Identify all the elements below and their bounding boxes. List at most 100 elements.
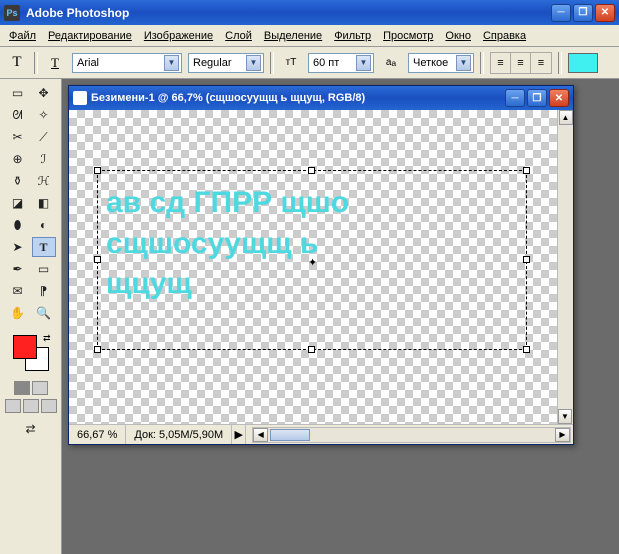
color-picker[interactable]: ⇄ <box>11 333 51 373</box>
font-size-select[interactable]: 60 пт ▼ <box>308 53 374 73</box>
chevron-down-icon: ▼ <box>164 55 179 71</box>
chevron-down-icon: ▼ <box>246 55 261 71</box>
docinfo-field[interactable]: Док: 5,05M/5,90M <box>126 425 232 444</box>
path-select-tool[interactable]: ➤ <box>6 237 30 257</box>
doc-maximize-button[interactable]: ❐ <box>527 89 547 107</box>
move-tool[interactable]: ✥ <box>32 83 56 103</box>
zoom-field[interactable]: 66,67 % <box>69 425 126 444</box>
foreground-color-swatch[interactable] <box>13 335 37 359</box>
menu-select[interactable]: Выделение <box>259 28 327 44</box>
brush-tool[interactable]: ℐ <box>32 149 56 169</box>
notes-tool[interactable]: ✉ <box>6 281 30 301</box>
hand-tool[interactable]: ✋ <box>6 303 30 323</box>
doc-close-button[interactable]: ✕ <box>549 89 569 107</box>
zoom-tool[interactable]: 🔍 <box>32 303 56 323</box>
doc-minimize-button[interactable]: ─ <box>505 89 525 107</box>
eyedropper-tool[interactable]: ⁋ <box>32 281 56 301</box>
wand-tool[interactable]: ✧ <box>32 105 56 125</box>
zoom-value: 66,67 % <box>77 429 117 441</box>
separator <box>270 52 274 74</box>
document-icon <box>73 91 87 105</box>
menu-help[interactable]: Справка <box>478 28 531 44</box>
app-titlebar: Ps Adobe Photoshop ─ ❐ ✕ <box>0 0 619 25</box>
font-size-icon: тT <box>280 52 302 74</box>
canvas[interactable]: ав сд ГПРР щшо сщшосуущщ ь щцущ ✦ <box>69 110 557 424</box>
antialias-select[interactable]: Четкое ▼ <box>408 53 474 73</box>
font-size-value: 60 пт <box>313 57 339 69</box>
document-title: Безимени-1 @ 66,7% (сщшосуущщ ь щцущ, RG… <box>91 92 365 104</box>
orientation-toggle-icon[interactable]: T <box>44 52 66 74</box>
center-point-icon: ✦ <box>308 256 317 269</box>
crop-tool[interactable]: ✂ <box>6 127 30 147</box>
close-button[interactable]: ✕ <box>595 4 615 22</box>
menu-layer[interactable]: Слой <box>220 28 257 44</box>
toolbox: ▭ ✥ ᘛ ✧ ✂ ⟋ ⊕ ℐ ⚱ ℋ ◪ ◧ ⬮ ◐ ➤ T ✒ ▭ ✉ ⁋ … <box>0 79 62 554</box>
heal-tool[interactable]: ⊕ <box>6 149 30 169</box>
blur-tool[interactable]: ⬮ <box>6 215 30 235</box>
font-family-value: Arial <box>77 57 99 69</box>
chevron-down-icon: ▼ <box>356 55 371 71</box>
slice-tool[interactable]: ⟋ <box>32 127 56 147</box>
gradient-tool[interactable]: ◧ <box>32 193 56 213</box>
type-tool-preset-icon[interactable]: T <box>6 52 28 74</box>
align-center-button[interactable]: ≡ <box>511 53 531 73</box>
marquee-tool[interactable]: ▭ <box>6 83 30 103</box>
docinfo-menu-button[interactable]: ▶ <box>232 425 246 444</box>
font-family-select[interactable]: Arial ▼ <box>72 53 182 73</box>
resize-handle[interactable] <box>94 167 101 174</box>
text-line: ав сд ГПРР щшо <box>106 183 518 224</box>
history-brush-tool[interactable]: ℋ <box>32 171 56 191</box>
document-titlebar[interactable]: Безимени-1 @ 66,7% (сщшосуущщ ь щцущ, RG… <box>69 86 573 110</box>
quickmask-mode-button[interactable] <box>32 381 48 395</box>
align-left-button[interactable]: ≡ <box>491 53 511 73</box>
font-style-value: Regular <box>193 57 232 69</box>
standard-mode-button[interactable] <box>14 381 30 395</box>
minimize-button[interactable]: ─ <box>551 4 571 22</box>
stamp-tool[interactable]: ⚱ <box>6 171 30 191</box>
resize-handle[interactable] <box>523 346 530 353</box>
maximize-button[interactable]: ❐ <box>573 4 593 22</box>
pen-tool[interactable]: ✒ <box>6 259 30 279</box>
menu-edit[interactable]: Редактирование <box>43 28 137 44</box>
text-bounding-box[interactable]: ав сд ГПРР щшо сщшосуущщ ь щцущ ✦ <box>97 170 527 350</box>
resize-handle[interactable] <box>308 346 315 353</box>
text-color-swatch[interactable] <box>568 53 598 73</box>
scroll-thumb[interactable] <box>270 429 310 441</box>
screen-mode-2[interactable] <box>23 399 39 413</box>
scroll-right-button[interactable]: ▶ <box>555 428 570 442</box>
scroll-up-button[interactable]: ▲ <box>559 110 573 125</box>
resize-handle[interactable] <box>94 346 101 353</box>
lasso-tool[interactable]: ᘛ <box>6 105 30 125</box>
antialias-icon: aa <box>380 52 402 74</box>
menu-image[interactable]: Изображение <box>139 28 218 44</box>
resize-handle[interactable] <box>523 256 530 263</box>
screen-mode-3[interactable] <box>41 399 57 413</box>
dodge-tool[interactable]: ◐ <box>32 215 56 235</box>
eraser-tool[interactable]: ◪ <box>6 193 30 213</box>
menu-window[interactable]: Окно <box>440 28 476 44</box>
canvas-text-content[interactable]: ав сд ГПРР щшо сщшосуущщ ь щцущ <box>98 171 526 317</box>
horizontal-scrollbar[interactable]: ◀ ▶ <box>252 427 571 443</box>
swap-colors-icon[interactable]: ⇄ <box>43 333 51 344</box>
resize-handle[interactable] <box>94 256 101 263</box>
document-window: Безимени-1 @ 66,7% (сщшосуущщ ь щцущ, RG… <box>68 85 574 445</box>
chevron-down-icon: ▼ <box>456 55 471 71</box>
docinfo-value: Док: 5,05M/5,90M <box>134 429 223 441</box>
font-style-select[interactable]: Regular ▼ <box>188 53 264 73</box>
align-right-button[interactable]: ≡ <box>531 53 551 73</box>
type-tool[interactable]: T <box>32 237 56 257</box>
scroll-down-button[interactable]: ▼ <box>558 409 572 424</box>
resize-handle[interactable] <box>308 167 315 174</box>
vertical-scrollbar[interactable]: ▲ ▼ <box>557 110 573 424</box>
mask-mode-group <box>14 381 48 395</box>
menu-view[interactable]: Просмотр <box>378 28 438 44</box>
menu-file[interactable]: Файл <box>4 28 41 44</box>
jump-to-button[interactable]: ⇄ <box>7 419 55 439</box>
menu-filter[interactable]: Фильтр <box>329 28 376 44</box>
scroll-track[interactable] <box>558 126 573 408</box>
shape-tool[interactable]: ▭ <box>32 259 56 279</box>
resize-handle[interactable] <box>523 167 530 174</box>
screen-mode-1[interactable] <box>5 399 21 413</box>
text-align-group: ≡ ≡ ≡ <box>490 52 552 74</box>
scroll-left-button[interactable]: ◀ <box>253 428 268 442</box>
